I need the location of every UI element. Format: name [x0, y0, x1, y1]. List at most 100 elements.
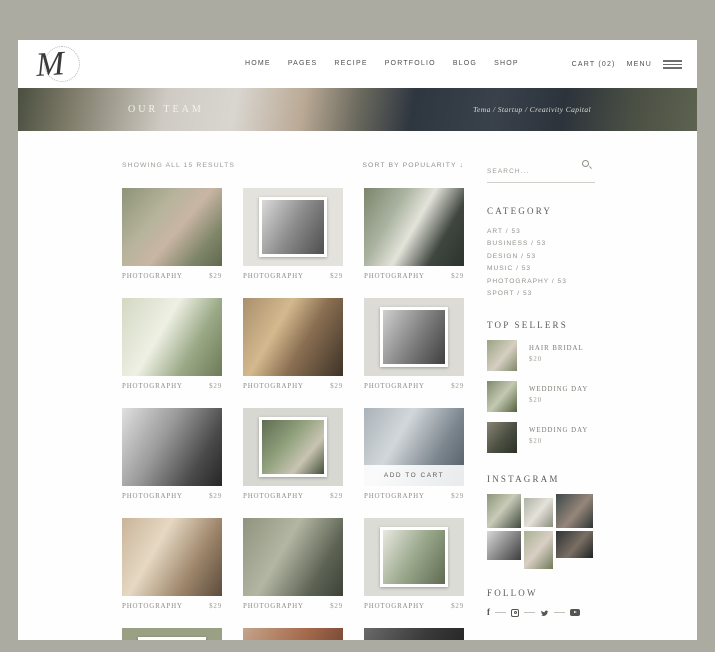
instagram-thumbnail[interactable]: [487, 531, 521, 560]
product-card[interactable]: PHOTOGRAPHY $29: [243, 518, 343, 610]
top-seller-name[interactable]: WEDDING DAY: [529, 427, 588, 434]
product-image[interactable]: [364, 628, 464, 640]
product-caption: PHOTOGRAPHY $29: [243, 272, 343, 280]
nav-item[interactable]: SHOP: [494, 60, 519, 67]
search-icon[interactable]: [582, 160, 589, 167]
top-seller-item[interactable]: HAIR BRIDAL $20: [487, 340, 595, 371]
product-name[interactable]: PHOTOGRAPHY: [122, 382, 183, 390]
instagram-thumbnail[interactable]: [524, 531, 553, 569]
category-item[interactable]: BUSINESS / 53: [487, 238, 595, 250]
product-card[interactable]: PHOTOGRAPHY $29: [364, 298, 464, 390]
product-image[interactable]: [122, 298, 222, 376]
top-seller-name[interactable]: WEDDING DAY: [529, 386, 588, 393]
product-image[interactable]: [243, 188, 343, 266]
product-name[interactable]: PHOTOGRAPHY: [243, 492, 304, 500]
product-grid: PHOTOGRAPHY $29 PHOTOGRAPHY $29: [122, 188, 464, 640]
product-card[interactable]: PHOTOGRAPHY $29: [122, 518, 222, 610]
product-name[interactable]: PHOTOGRAPHY: [122, 272, 183, 280]
product-image[interactable]: [122, 188, 222, 266]
product-name[interactable]: PHOTOGRAPHY: [364, 272, 425, 280]
product-caption: PHOTOGRAPHY $29: [243, 492, 343, 500]
category-item[interactable]: DESIGN / 53: [487, 251, 595, 263]
product-name[interactable]: PHOTOGRAPHY: [364, 382, 425, 390]
product-card[interactable]: ADD TO CART PHOTOGRAPHY $29: [364, 408, 464, 500]
top-seller-thumbnail[interactable]: [487, 422, 517, 453]
top-seller-thumbnail[interactable]: [487, 340, 517, 371]
product-image[interactable]: [243, 518, 343, 596]
product-image[interactable]: [364, 298, 464, 376]
product-photo: [122, 518, 222, 596]
facebook-icon[interactable]: f: [487, 608, 490, 617]
product-image[interactable]: [364, 188, 464, 266]
product-image[interactable]: ADD TO CART: [364, 408, 464, 486]
product-price: $29: [451, 272, 464, 280]
product-price: $29: [209, 382, 222, 390]
product-card[interactable]: PHOTOGRAPHY $29: [122, 298, 222, 390]
category-item[interactable]: PHOTOGRAPHY / 53: [487, 276, 595, 288]
product-card[interactable]: PHOTOGRAPHY $29: [243, 298, 343, 390]
product-name[interactable]: PHOTOGRAPHY: [243, 382, 304, 390]
nav-item[interactable]: BLOG: [453, 60, 477, 67]
shop-main: SHOWING ALL 15 RESULTS SORT BY POPULARIT…: [122, 160, 464, 640]
product-name[interactable]: PHOTOGRAPHY: [243, 602, 304, 610]
product-name[interactable]: PHOTOGRAPHY: [243, 272, 304, 280]
breadcrumb: Tema / Startup / Creativity Capital: [473, 105, 591, 114]
instagram-thumbnail[interactable]: [556, 494, 593, 528]
top-seller-name[interactable]: HAIR BRIDAL: [529, 345, 584, 352]
product-photo: [243, 298, 343, 376]
results-count: SHOWING ALL 15 RESULTS: [122, 162, 235, 169]
product-card[interactable]: PHOTOGRAPHY $29: [122, 408, 222, 500]
cart-link[interactable]: CART (02): [572, 61, 616, 68]
product-image[interactable]: [364, 518, 464, 596]
product-price: $29: [209, 492, 222, 500]
hero-banner: OUR TEAM Tema / Startup / Creativity Cap…: [18, 88, 697, 131]
top-seller-item[interactable]: WEDDING DAY $20: [487, 422, 595, 453]
product-card[interactable]: PHOTOGRAPHY $29: [243, 188, 343, 280]
product-caption: PHOTOGRAPHY $29: [122, 382, 222, 390]
twitter-icon[interactable]: [540, 609, 549, 617]
product-photo: [122, 298, 222, 376]
product-card[interactable]: PHOTOGRAPHY $29: [364, 188, 464, 280]
top-seller-item[interactable]: WEDDING DAY $20: [487, 381, 595, 412]
top-seller-thumbnail[interactable]: [487, 381, 517, 412]
instagram-thumbnail[interactable]: [524, 498, 553, 527]
product-image[interactable]: [122, 628, 222, 640]
product-image[interactable]: [243, 408, 343, 486]
product-card[interactable]: PHOTOGRAPHY $29: [243, 408, 343, 500]
youtube-icon[interactable]: [570, 609, 580, 616]
instagram-thumbnail[interactable]: [487, 494, 521, 528]
sort-dropdown[interactable]: SORT BY POPULARITY ↓: [362, 162, 464, 169]
product-card[interactable]: PHOTOGRAPHY $29: [364, 628, 464, 640]
instagram-icon[interactable]: [511, 609, 519, 617]
product-image[interactable]: [243, 298, 343, 376]
top-seller-info: HAIR BRIDAL $20: [529, 340, 584, 371]
product-image[interactable]: [243, 628, 343, 640]
search-input[interactable]: [487, 168, 579, 175]
site-header: M HOME PAGES RECIPE PORTFOLIO BLOG SHOP CART …: [18, 40, 697, 88]
product-name[interactable]: PHOTOGRAPHY: [122, 492, 183, 500]
product-name[interactable]: PHOTOGRAPHY: [122, 602, 183, 610]
category-item[interactable]: MUSIC / 53: [487, 263, 595, 275]
product-price: $29: [209, 272, 222, 280]
nav-item[interactable]: PORTFOLIO: [385, 60, 436, 67]
product-card[interactable]: PHOTOGRAPHY $29: [122, 188, 222, 280]
nav-item[interactable]: HOME: [245, 60, 271, 67]
product-card[interactable]: PHOTOGRAPHY $29: [122, 628, 222, 640]
product-image[interactable]: [122, 408, 222, 486]
product-card[interactable]: PHOTOGRAPHY $29: [243, 628, 343, 640]
top-seller-price: $20: [529, 438, 588, 445]
category-item[interactable]: SPORT / 53: [487, 288, 595, 300]
product-caption: PHOTOGRAPHY $29: [364, 272, 464, 280]
nav-item[interactable]: RECIPE: [334, 60, 367, 67]
product-name[interactable]: PHOTOGRAPHY: [364, 602, 425, 610]
category-item[interactable]: ART / 53: [487, 226, 595, 238]
hamburger-icon[interactable]: [663, 60, 682, 69]
product-name[interactable]: PHOTOGRAPHY: [364, 492, 425, 500]
nav-item[interactable]: PAGES: [288, 60, 318, 67]
instagram-thumbnail[interactable]: [556, 531, 593, 558]
product-card[interactable]: PHOTOGRAPHY $29: [364, 518, 464, 610]
product-image[interactable]: [122, 518, 222, 596]
add-to-cart-button[interactable]: ADD TO CART: [364, 465, 464, 486]
menu-link[interactable]: MENU: [627, 61, 652, 68]
site-logo[interactable]: M: [34, 44, 86, 90]
